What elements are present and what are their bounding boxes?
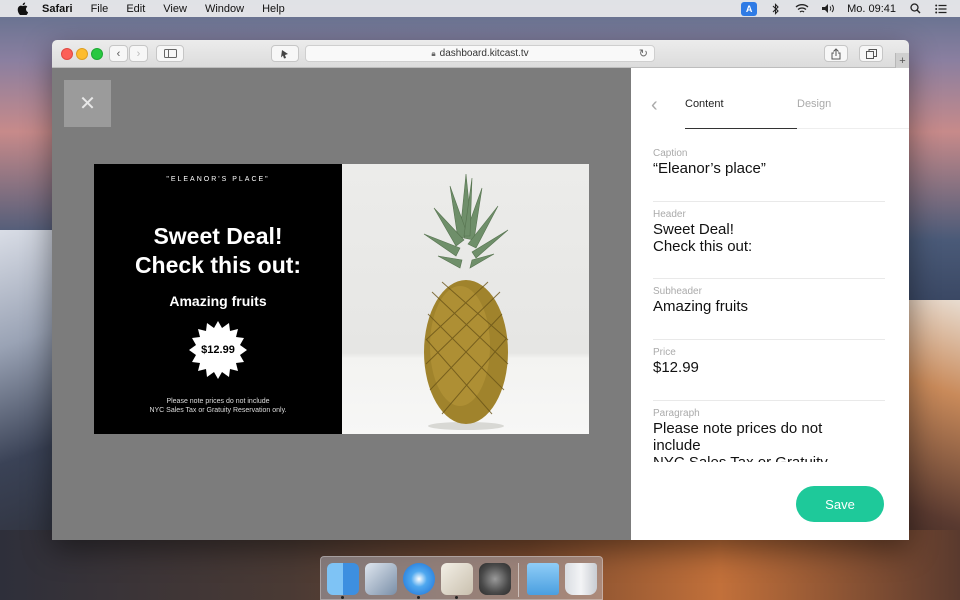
spotlight-search-icon[interactable] (908, 3, 922, 15)
preview-paragraph-line2: NYC Sales Tax or Gratuity Reservation on… (149, 407, 287, 414)
running-indicator (341, 596, 344, 599)
menu-edit[interactable]: Edit (126, 3, 145, 15)
field-divider (653, 201, 885, 202)
mail-app-icon[interactable] (365, 563, 397, 595)
header-value-line2: Check this out: (653, 238, 753, 255)
close-window-button[interactable] (61, 48, 73, 60)
preview-app-icon[interactable] (441, 563, 473, 595)
preview-caption: "ELEANOR'S PLACE" (166, 176, 270, 183)
bluetooth-icon[interactable] (769, 2, 783, 15)
editor-panel: ‹ Content Design Caption “Eleanor’s plac… (631, 68, 909, 540)
header-field[interactable]: Header Sweet Deal! Check this out: (653, 209, 885, 255)
preview-paragraph: Please note prices do not include NYC Sa… (94, 397, 342, 415)
notification-center-icon[interactable] (934, 3, 948, 15)
running-indicator (417, 596, 420, 599)
trash-icon[interactable] (565, 563, 597, 595)
app-menu-safari[interactable]: Safari (42, 3, 73, 15)
url-text: dashboard.kitcast.tv (439, 48, 529, 59)
field-divider (653, 339, 885, 340)
address-bar[interactable]: 🔒︎ dashboard.kitcast.tv ↻ (305, 45, 655, 62)
preview-header-line1: Sweet Deal! (153, 223, 283, 249)
dock (320, 556, 603, 600)
preview-text-panel: "ELEANOR'S PLACE" Sweet Deal! Check this… (94, 164, 342, 434)
preview-paragraph-line1: Please note prices do not include (166, 398, 270, 405)
menu-view[interactable]: View (163, 3, 187, 15)
tab-content[interactable]: Content (685, 98, 724, 110)
preview-subheader: Amazing fruits (169, 293, 267, 309)
apple-icon[interactable] (14, 1, 30, 17)
menu-help[interactable]: Help (262, 3, 285, 15)
menu-file[interactable]: File (91, 3, 109, 15)
signage-preview: "ELEANOR'S PLACE" Sweet Deal! Check this… (94, 164, 589, 434)
safari-window: ‹ › 🔒︎ dashboard.kitcast.tv ↻ + ✕ "ELEAN… (52, 40, 909, 540)
input-source-icon[interactable]: A (741, 1, 758, 16)
wifi-icon[interactable] (795, 3, 809, 15)
tabs-icon (865, 48, 877, 59)
tab-divider (797, 128, 909, 129)
plus-icon: + (899, 54, 906, 67)
paragraph-value-line3: NYC Sales Tax or Gratuity (653, 454, 885, 462)
chevron-right-icon: › (136, 47, 141, 60)
new-tab-button[interactable]: + (895, 53, 909, 68)
menu-window[interactable]: Window (205, 3, 244, 15)
finder-icon[interactable] (327, 563, 359, 595)
back-chevron-icon[interactable]: ‹ (651, 94, 658, 117)
preview-header-line2: Check this out: (134, 252, 302, 278)
menubar-clock[interactable]: Mo. 09:41 (847, 3, 896, 15)
applications-folder-icon[interactable] (527, 563, 559, 595)
preview-stage: ✕ "ELEANOR'S PLACE" Sweet Deal! Check th… (52, 68, 631, 540)
caption-field[interactable]: Caption “Eleanor’s place” (653, 148, 885, 177)
minimize-window-button[interactable] (76, 48, 88, 60)
reload-icon[interactable]: ↻ (639, 47, 648, 60)
subheader-label: Subheader (653, 286, 702, 297)
preview-header: Sweet Deal! Check this out: (94, 222, 342, 280)
subheader-value[interactable]: Amazing fruits (653, 298, 885, 315)
forward-button[interactable]: › (129, 45, 148, 62)
extension-button[interactable] (271, 45, 299, 62)
paragraph-value-line2: include (653, 437, 701, 454)
field-divider (653, 278, 885, 279)
price-value[interactable]: $12.99 (653, 359, 885, 376)
caption-label: Caption (653, 148, 688, 159)
header-label: Header (653, 209, 686, 220)
share-icon (831, 47, 841, 59)
dock-separator (518, 563, 519, 597)
paragraph-value-line1: Please note prices do not (653, 420, 823, 437)
paragraph-label: Paragraph (653, 408, 700, 419)
active-tab-indicator (685, 128, 797, 129)
preview-price: $12.99 (201, 344, 235, 356)
pineapple-photo (342, 164, 589, 434)
price-label: Price (653, 347, 676, 358)
paragraph-value[interactable]: Please note prices do not include NYC Sa… (653, 420, 885, 462)
toolbar: ‹ › 🔒︎ dashboard.kitcast.tv ↻ + (52, 40, 909, 68)
share-button[interactable] (824, 45, 848, 62)
system-preferences-icon[interactable] (479, 563, 511, 595)
close-editor-button[interactable]: ✕ (64, 80, 111, 127)
save-button[interactable]: Save (796, 486, 884, 522)
running-indicator (455, 596, 458, 599)
sidebar-toggle-button[interactable] (156, 45, 184, 62)
sidebar-icon (163, 49, 177, 58)
price-field[interactable]: Price $12.99 (653, 347, 885, 376)
paragraph-field[interactable]: Paragraph Please note prices do not incl… (653, 408, 885, 462)
kitcast-extension-icon (281, 49, 288, 58)
volume-icon[interactable] (821, 3, 835, 15)
menu-bar: Safari File Edit View Window Help A Mo. … (0, 0, 960, 17)
header-value[interactable]: Sweet Deal! Check this out: (653, 221, 885, 255)
close-icon: ✕ (79, 93, 96, 115)
subheader-field[interactable]: Subheader Amazing fruits (653, 286, 885, 315)
tabs-overview-button[interactable] (859, 45, 883, 62)
fields-scroll-area[interactable]: Caption “Eleanor’s place” Header Sweet D… (631, 140, 909, 462)
field-divider (653, 400, 885, 401)
zoom-window-button[interactable] (91, 48, 103, 60)
tab-design[interactable]: Design (797, 98, 831, 110)
back-button[interactable]: ‹ (109, 45, 128, 62)
lock-icon: 🔒︎ (431, 48, 436, 58)
chevron-left-icon: ‹ (116, 47, 121, 60)
header-value-line1: Sweet Deal! (653, 221, 734, 238)
caption-value[interactable]: “Eleanor’s place” (653, 160, 885, 177)
safari-icon[interactable] (403, 563, 435, 595)
